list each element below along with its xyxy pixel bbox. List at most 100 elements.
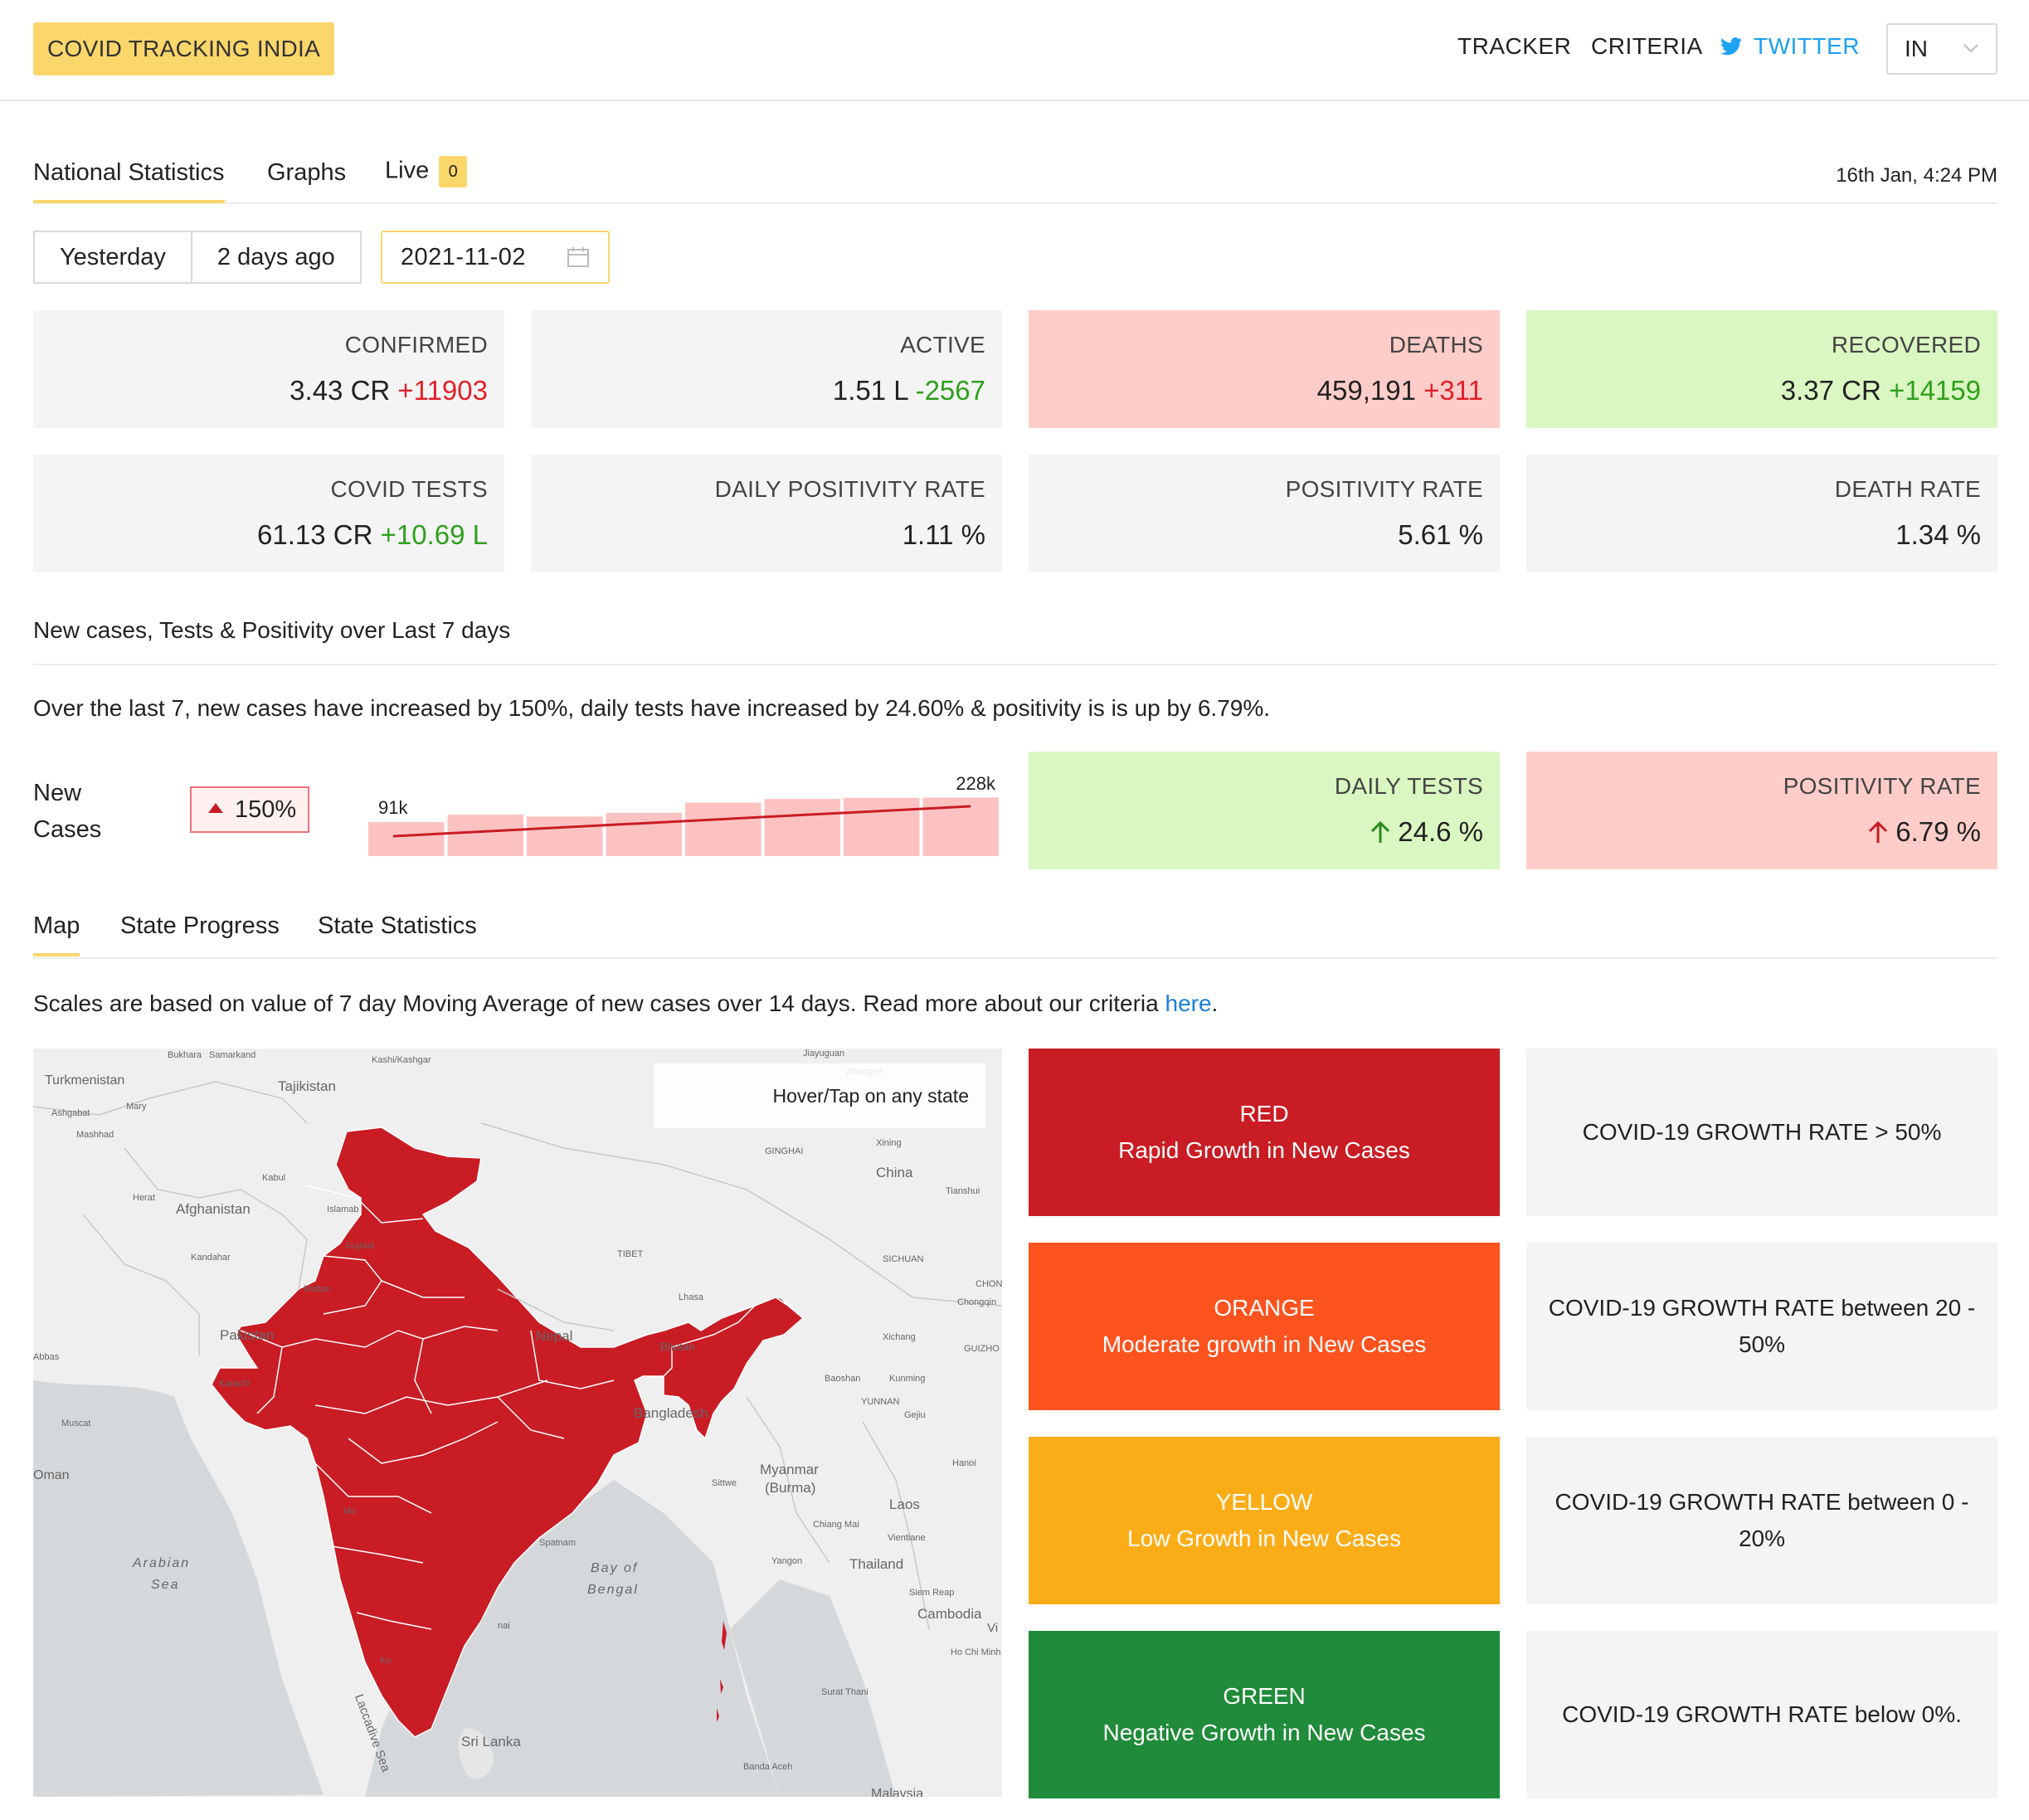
nav-tracker[interactable]: TRACKER bbox=[1457, 33, 1571, 60]
map-place-label: SICHUAN bbox=[883, 1254, 924, 1264]
two-days-ago-button[interactable]: 2 days ago bbox=[192, 231, 362, 284]
sparkline-bar bbox=[844, 797, 920, 856]
positivity-trend-value: 6.79 % bbox=[1867, 816, 1981, 848]
active-value: 1.51 L -2567 bbox=[833, 375, 985, 406]
map-place-label: Mashhad bbox=[76, 1130, 114, 1140]
legend-green: GREEN Negative Growth in New Cases bbox=[1029, 1631, 1500, 1798]
map-place-label: Tajikistan bbox=[278, 1078, 336, 1094]
map-place-label: Kashi/Kashgar bbox=[372, 1055, 431, 1065]
top-header: COVID TRACKING INDIA TRACKER CRITERIA TW… bbox=[0, 0, 2029, 101]
map-place-label: Thailand bbox=[849, 1556, 904, 1572]
tests-card: COVID TESTS 61.13 CR +10.69 L bbox=[33, 455, 504, 572]
nav-twitter[interactable]: TWITTER bbox=[1720, 33, 1860, 60]
map-place-label: Multan bbox=[304, 1284, 332, 1294]
new-cases-sparkline: 91k 228k bbox=[368, 773, 999, 856]
legend-red-title: RED bbox=[1239, 1101, 1289, 1127]
positivity-trend-label: POSITIVITY RATE bbox=[1783, 773, 1981, 799]
map-place-label: GINGHAI bbox=[765, 1146, 804, 1156]
new-cases-label-line1: New bbox=[33, 780, 82, 806]
date-picker-input[interactable]: 2021-11-02 bbox=[380, 231, 610, 284]
positivity-card: POSITIVITY RATE 5.61 % bbox=[1029, 455, 1500, 572]
map-place-label: China bbox=[876, 1165, 913, 1180]
map-svg[interactable] bbox=[33, 1049, 1002, 1797]
language-select[interactable]: IN bbox=[1886, 23, 1997, 75]
tab-state-statistics[interactable]: State Statistics bbox=[318, 912, 477, 940]
legend-red-subtitle: Rapid Growth in New Cases bbox=[1118, 1137, 1410, 1163]
map-place-label: Turkmenistan bbox=[45, 1073, 125, 1088]
map-place-label: TIBET bbox=[617, 1249, 644, 1259]
nav-criteria[interactable]: CRITERIA bbox=[1591, 33, 1703, 60]
deaths-card: DEATHS 459,191 +311 bbox=[1029, 310, 1500, 428]
confirmed-total: 3.43 CR bbox=[290, 375, 391, 406]
main-tabs: National Statistics Graphs Live 0 16th Ja… bbox=[33, 149, 1997, 204]
recovered-card: RECOVERED 3.37 CR +14159 bbox=[1526, 310, 1997, 428]
map-place-label: nai bbox=[498, 1621, 510, 1631]
sparkline-bar bbox=[764, 799, 840, 856]
tab-live[interactable]: Live 0 bbox=[385, 156, 468, 187]
legend-green-title: GREEN bbox=[1223, 1683, 1306, 1709]
sparkline-bar bbox=[527, 816, 603, 856]
date-value: 2021-11-02 bbox=[400, 244, 527, 270]
sparkline-bar bbox=[606, 812, 682, 856]
map-place-label: Abbas bbox=[33, 1352, 60, 1362]
legend-orange: ORANGE Moderate growth in New Cases bbox=[1029, 1243, 1500, 1410]
legend-yellow-description: COVID-19 GROWTH RATE between 0 - 20% bbox=[1526, 1437, 1997, 1604]
scales-text: Scales are based on value of 7 day Movin… bbox=[33, 990, 1165, 1016]
positivity-trend-number: 6.79 % bbox=[1895, 816, 1981, 847]
map-place-label: Oman bbox=[33, 1468, 70, 1482]
criteria-link[interactable]: here bbox=[1165, 990, 1212, 1016]
death-rate-card: DEATH RATE 1.34 % bbox=[1526, 455, 1997, 572]
map-place-label: YUNNAN bbox=[861, 1397, 900, 1407]
map-place-label: Ho Chi Minh bbox=[951, 1647, 1001, 1657]
map-place-label: Afghanistan bbox=[176, 1201, 251, 1217]
calendar-icon bbox=[567, 247, 589, 267]
yesterday-button[interactable]: Yesterday bbox=[33, 231, 192, 284]
tab-live-label: Live bbox=[385, 157, 430, 184]
positivity-value: 5.61 % bbox=[1398, 519, 1483, 550]
confirmed-card: CONFIRMED 3.43 CR +11903 bbox=[33, 310, 504, 428]
map-place-label: Herat bbox=[133, 1193, 155, 1203]
map-place-label: Karachi bbox=[219, 1379, 251, 1389]
daily-tests-trend-number: 24.6 % bbox=[1398, 816, 1483, 847]
brand-logo[interactable]: COVID TRACKING INDIA bbox=[33, 22, 335, 75]
new-cases-change-badge: 150% bbox=[190, 786, 309, 833]
legend-red-description: COVID-19 GROWTH RATE > 50% bbox=[1526, 1049, 1997, 1216]
language-value: IN bbox=[1905, 36, 1928, 61]
map-place-label: Ashgabat bbox=[51, 1108, 90, 1118]
scales-note: Scales are based on value of 7 day Movin… bbox=[33, 990, 1218, 1017]
positivity-label: POSITIVITY RATE bbox=[1285, 476, 1483, 502]
map-place-label: Sea bbox=[151, 1578, 180, 1592]
tab-graphs[interactable]: Graphs bbox=[267, 159, 346, 187]
map-place-label: Kandahar bbox=[191, 1253, 231, 1263]
map-place-label: Ko bbox=[380, 1656, 392, 1666]
live-count-badge: 0 bbox=[439, 156, 468, 187]
deaths-value: 459,191 +311 bbox=[1317, 375, 1483, 406]
map-place-label: Sri Lanka bbox=[461, 1734, 521, 1749]
map-place-label: Vi bbox=[987, 1621, 999, 1635]
legend-green-description: COVID-19 GROWTH RATE below 0%. bbox=[1526, 1631, 1997, 1798]
daily-tests-trend-value: 24.6 % bbox=[1370, 816, 1483, 848]
india-map[interactable]: Turkmenistan Tajikistan Afghanistan Pakista… bbox=[33, 1049, 1002, 1797]
daily-tests-trend-card: DAILY TESTS 24.6 % bbox=[1029, 752, 1500, 869]
active-card: ACTIVE 1.51 L -2567 bbox=[531, 310, 1002, 428]
recovered-label: RECOVERED bbox=[1831, 332, 1981, 358]
sparkline-bar bbox=[368, 822, 445, 856]
map-place-label: Siem Reap bbox=[909, 1588, 955, 1598]
map-place-label: Kunming bbox=[889, 1374, 926, 1384]
sparkline-bar bbox=[447, 815, 523, 856]
map-place-label: Spatnam bbox=[539, 1538, 577, 1548]
map-tabs: Map State Progress State Statistics bbox=[33, 906, 1997, 959]
tab-national-statistics[interactable]: National Statistics bbox=[33, 159, 225, 203]
tests-value: 61.13 CR +10.69 L bbox=[257, 519, 488, 551]
new-cases-label: New Cases bbox=[33, 775, 101, 848]
tab-state-progress[interactable]: State Progress bbox=[120, 912, 280, 940]
legend-orange-description: COVID-19 GROWTH RATE between 20 - 50% bbox=[1526, 1243, 1997, 1410]
map-place-label: Malaysia bbox=[871, 1787, 924, 1797]
tab-map[interactable]: Map bbox=[33, 912, 80, 956]
confirmed-value: 3.43 CR +11903 bbox=[290, 375, 488, 406]
legend-orange-title: ORANGE bbox=[1214, 1295, 1315, 1321]
tests-delta: +10.69 L bbox=[380, 519, 488, 550]
new-cases-label-line2: Cases bbox=[33, 816, 102, 843]
deaths-total: 459,191 bbox=[1316, 375, 1416, 406]
map-place-label: Bukhara bbox=[168, 1050, 202, 1060]
